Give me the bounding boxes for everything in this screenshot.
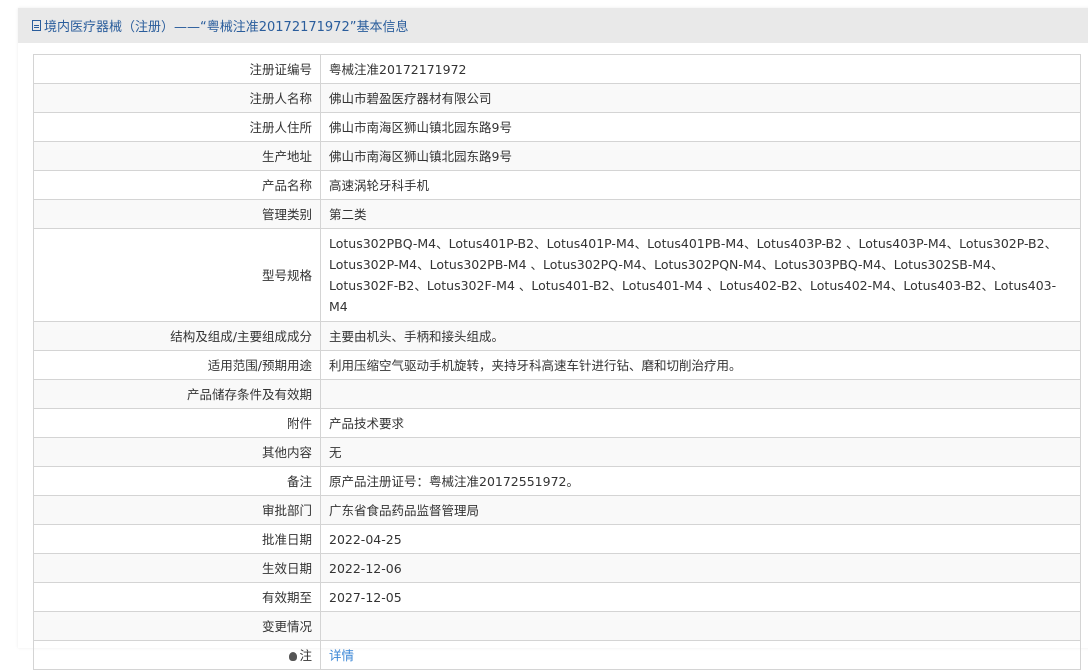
table-row: 注册证编号 粤械注准20172171972: [33, 54, 1081, 84]
row-value: 无: [320, 437, 1081, 467]
row-value: 佛山市南海区狮山镇北园东路9号: [320, 112, 1081, 142]
row-label: 审批部门: [33, 495, 321, 525]
table-row: 附件 产品技术要求: [33, 408, 1081, 438]
table-row-note: 注 详情: [33, 640, 1081, 670]
table-row: 变更情况: [33, 611, 1081, 641]
row-label: 注册证编号: [33, 54, 321, 84]
row-label: 附件: [33, 408, 321, 438]
table-row: 注册人名称 佛山市碧盈医疗器材有限公司: [33, 83, 1081, 113]
row-label: 批准日期: [33, 524, 321, 554]
table-row: 型号规格 Lotus302PBQ-M4、Lotus401P-B2、Lotus401…: [33, 228, 1081, 322]
row-value: 利用压缩空气驱动手机旋转，夹持牙科高速车针进行钻、磨和切削治疗用。: [320, 350, 1081, 380]
row-label: 注册人名称: [33, 83, 321, 113]
row-value: 2022-04-25: [320, 524, 1081, 554]
table-row: 批准日期 2022-04-25: [33, 524, 1081, 554]
row-label: 注册人住所: [33, 112, 321, 142]
info-panel: 境内医疗器械（注册）——“粤械注准20172171972”基本信息 注册证编号粤…: [18, 8, 1088, 670]
table-row: 生产地址 佛山市南海区狮山镇北园东路9号: [33, 141, 1081, 171]
row-value: [320, 379, 1081, 409]
row-label: 管理类别: [33, 199, 321, 229]
row-value: 原产品注册证号：粤械注准20172551972。: [320, 466, 1081, 496]
row-value: 主要由机头、手柄和接头组成。: [320, 321, 1081, 351]
document-icon: [32, 20, 41, 31]
table-row: 结构及组成/主要组成成分 主要由机头、手柄和接头组成。: [33, 321, 1081, 351]
row-value: [320, 611, 1081, 641]
row-value: 产品技术要求: [320, 408, 1081, 438]
row-label: 有效期至: [33, 582, 321, 612]
row-value: 粤械注准20172171972: [320, 54, 1081, 84]
row-value: 2027-12-05: [320, 582, 1081, 612]
row-value: Lotus302PBQ-M4、Lotus401P-B2、Lotus401P-M4…: [320, 228, 1081, 322]
table-row: 适用范围/预期用途 利用压缩空气驱动手机旋转，夹持牙科高速车针进行钻、磨和切削治疗…: [33, 350, 1081, 380]
table-row: 有效期至 2027-12-05: [33, 582, 1081, 612]
table-row: 备注 原产品注册证号：粤械注准20172551972。: [33, 466, 1081, 496]
table-row: 生效日期 2022-12-06: [33, 553, 1081, 583]
page-title: 境内医疗器械（注册）——“粤械注准20172171972”基本信息: [44, 20, 409, 35]
row-label: 备注: [33, 466, 321, 496]
row-value: 2022-12-06: [320, 553, 1081, 583]
row-value: 佛山市碧盈医疗器材有限公司: [320, 83, 1081, 113]
row-label: 生效日期: [33, 553, 321, 583]
row-value: 高速涡轮牙科手机: [320, 170, 1081, 200]
row-label: 产品名称: [33, 170, 321, 200]
row-label: 变更情况: [33, 611, 321, 641]
lightbulb-icon: [289, 651, 298, 661]
row-value: 第二类: [320, 199, 1081, 229]
row-label: 注: [299, 647, 312, 663]
row-label: 产品储存条件及有效期: [33, 379, 321, 409]
table-row: 产品储存条件及有效期: [33, 379, 1081, 409]
row-label: 生产地址: [33, 141, 321, 171]
table-row: 产品名称 高速涡轮牙科手机: [33, 170, 1081, 200]
panel-header: 境内医疗器械（注册）——“粤械注准20172171972”基本信息: [18, 8, 1088, 43]
table-row: 管理类别 第二类: [33, 199, 1081, 229]
row-label: 型号规格: [33, 228, 321, 322]
table-row: 审批部门 广东省食品药品监督管理局: [33, 495, 1081, 525]
table-row: 注册人住所 佛山市南海区狮山镇北园东路9号: [33, 112, 1081, 142]
row-value: 佛山市南海区狮山镇北园东路9号: [320, 141, 1081, 171]
table-row: 其他内容无: [33, 437, 1081, 467]
row-label: 适用范围/预期用途: [33, 350, 321, 380]
row-label: 结构及组成/主要组成成分: [33, 321, 321, 351]
info-table: 注册证编号 粤械注准20172171972 注册人名称 佛山市碧盈医疗器材有限公司 注册…: [33, 54, 1081, 670]
row-label: 其他内容: [33, 437, 321, 467]
row-value: 广东省食品药品监督管理局: [320, 495, 1081, 525]
details-link[interactable]: 详情: [329, 648, 354, 663]
